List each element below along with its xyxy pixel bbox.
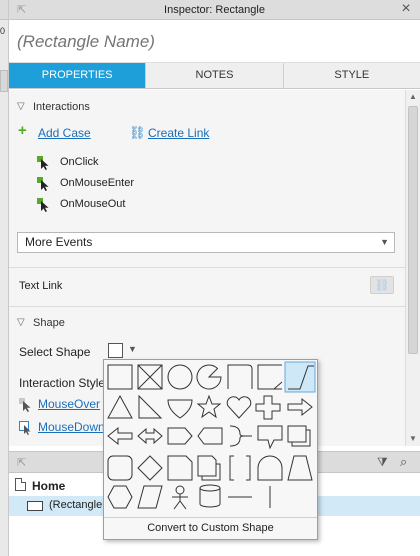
select-shape-dropdown[interactable]: ▼ — [106, 341, 142, 361]
inspector-tabs: PROPERTIES NOTES STYLE — [9, 63, 420, 89]
tab-rectangle-shape-icon[interactable] — [257, 364, 283, 390]
ellipse-shape-icon[interactable] — [167, 364, 193, 390]
placeholder-shape-icon[interactable] — [137, 364, 163, 390]
database-shape-icon[interactable] — [199, 484, 221, 508]
event-cursor-icon — [37, 177, 49, 191]
brace-shape-icon[interactable] — [229, 425, 252, 447]
more-events-select[interactable]: More Events ▼ — [17, 232, 395, 253]
background-window-sliver: 0 — [0, 0, 9, 556]
diamond-shape-icon[interactable] — [137, 455, 163, 481]
shape-grid — [107, 361, 316, 510]
event-label: OnMouseOut — [60, 198, 126, 210]
trapezoid-shape-icon[interactable] — [287, 455, 313, 481]
bracket-shape-icon[interactable] — [229, 455, 251, 481]
tab-notes[interactable]: NOTES — [146, 63, 284, 88]
style-link-label: MouseOver — [38, 397, 101, 411]
event-onclick[interactable]: OnClick — [37, 156, 157, 170]
outline-item-label: (Rectangle — [49, 499, 103, 511]
style-press-icon — [19, 421, 31, 435]
event-cursor-icon — [37, 156, 49, 170]
document-shape-icon[interactable] — [167, 455, 193, 481]
chevron-down-icon: ▼ — [380, 237, 389, 247]
inspector-title: Inspector: Rectangle — [164, 4, 265, 16]
corner-rectangle-shape-icon[interactable] — [227, 364, 253, 389]
chevron-down-icon: ▼ — [128, 344, 137, 354]
link-icon[interactable]: ⛓ — [129, 125, 146, 141]
scrollbar-thumb[interactable] — [408, 106, 418, 354]
properties-scrollbar[interactable]: ▲ ▼ — [405, 90, 420, 446]
text-link-button[interactable]: ⛓ — [370, 276, 394, 294]
star-shape-icon[interactable] — [196, 394, 222, 419]
rectangle-shape-icon — [108, 343, 123, 358]
multi-document-shape-icon[interactable] — [197, 455, 221, 481]
event-label: OnMouseEnter — [60, 177, 134, 189]
link-icon: ⛓ — [374, 278, 390, 292]
left-arrow-shape-icon[interactable] — [107, 426, 133, 446]
text-link-label: Text Link — [19, 280, 63, 292]
interactions-section-header[interactable]: ▽ Interactions — [9, 100, 405, 118]
arch-shape-icon[interactable] — [257, 455, 283, 481]
shape-picker-popup: Convert to Custom Shape — [103, 359, 318, 540]
more-events-value: More Events — [25, 235, 93, 249]
shape-heading: Shape — [33, 317, 65, 329]
stacked-pages-shape-icon[interactable] — [287, 425, 311, 447]
close-icon[interactable]: × — [398, 1, 414, 17]
hexagon-shape-icon[interactable] — [107, 485, 133, 509]
event-label: OnClick — [60, 156, 99, 168]
event-onmouseout[interactable]: OnMouseOut — [37, 198, 167, 212]
chevron-down-icon: ▽ — [17, 317, 25, 328]
triangle-shape-icon[interactable] — [107, 394, 133, 419]
style-cursor-icon — [19, 398, 31, 412]
interaction-styles-label: Interaction Style — [19, 376, 106, 390]
scroll-up-icon[interactable]: ▲ — [406, 90, 420, 104]
plus-shape-icon[interactable] — [255, 395, 281, 420]
rectangle-widget-icon — [27, 501, 43, 511]
chevron-down-icon: ▽ — [17, 101, 25, 112]
actor-shape-icon[interactable] — [172, 485, 188, 510]
convert-to-custom-shape-button[interactable]: Convert to Custom Shape — [104, 517, 317, 539]
heart-shape-icon[interactable] — [226, 396, 252, 419]
background-window-titlebar — [0, 0, 8, 20]
parallelogram-shape-icon[interactable] — [137, 485, 163, 509]
mouseover-style-link[interactable]: MouseOver — [19, 397, 109, 413]
section-divider — [9, 267, 405, 268]
create-link[interactable]: Create Link — [148, 126, 209, 140]
add-icon[interactable]: + — [18, 122, 27, 139]
pie-shape-icon[interactable] — [196, 364, 222, 390]
drop-shape-icon[interactable] — [167, 399, 193, 419]
rectangle-shape-icon[interactable] — [107, 364, 133, 390]
select-shape-label: Select Shape — [19, 345, 91, 359]
filter-icon[interactable]: ⧩ — [377, 455, 388, 470]
double-arrow-shape-icon[interactable] — [137, 427, 163, 445]
search-icon[interactable]: ⌕ — [400, 454, 407, 470]
pin-icon[interactable]: ⇱ — [17, 456, 26, 469]
shape-section-header[interactable]: ▽ Shape — [9, 316, 405, 334]
pentagon-shape-icon[interactable] — [167, 427, 193, 445]
hexagon-tag-shape-icon[interactable] — [197, 427, 223, 445]
background-window-control — [0, 70, 8, 92]
right-arrow-shape-icon[interactable] — [287, 397, 313, 417]
right-triangle-shape-icon[interactable] — [138, 394, 163, 419]
callout-shape-icon[interactable] — [257, 425, 283, 450]
style-link-label: MouseDown — [38, 420, 105, 434]
rounded-rectangle-shape-icon[interactable] — [107, 455, 133, 481]
widget-name-area — [9, 21, 420, 63]
tab-style[interactable]: STYLE — [284, 63, 420, 88]
mousedown-style-link[interactable]: MouseDown — [19, 420, 109, 436]
background-window-text: 0 — [0, 26, 6, 36]
page-label: Home — [32, 479, 66, 493]
event-cursor-icon — [37, 198, 49, 212]
scroll-down-icon[interactable]: ▼ — [406, 432, 420, 446]
inspector-titlebar: ⇱ Inspector: Rectangle × — [9, 0, 420, 20]
add-case-link[interactable]: Add Case — [38, 126, 91, 140]
event-onmouseenter[interactable]: OnMouseEnter — [37, 177, 177, 191]
section-divider — [9, 306, 405, 307]
page-icon — [15, 478, 26, 491]
widget-name-input[interactable] — [17, 29, 407, 55]
interactions-heading: Interactions — [33, 101, 90, 113]
tab-properties[interactable]: PROPERTIES — [9, 63, 147, 88]
